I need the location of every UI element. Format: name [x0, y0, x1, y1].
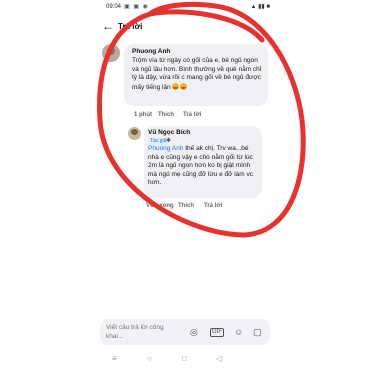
page-title: Trả lời: [118, 22, 143, 31]
recents-icon[interactable]: □: [182, 354, 187, 364]
mention-link[interactable]: Phuong Anh: [148, 145, 183, 152]
arrow-left-icon[interactable]: ←: [102, 19, 114, 33]
emoji-icon[interactable]: ☺: [234, 327, 243, 337]
comment-text: Phuong Anh thế ak chị. Trv wa...bé nhà e…: [148, 145, 258, 188]
nav-bar: ≡ ○ □ ◁: [94, 352, 276, 369]
comment-time: 1 phút: [134, 112, 152, 118]
status-bar: 09:04 ▣ ▣ ◉ ▲ ▮▮ ■: [94, 0, 276, 14]
avatar[interactable]: [102, 44, 120, 62]
back-icon[interactable]: ◁: [216, 354, 222, 364]
notification-icons: ▣ ▣ ◉: [124, 4, 149, 10]
comment-text: Trộm vía từ ngày có gối của e, bé ngủ ng…: [132, 57, 264, 92]
gif-icon[interactable]: GIF: [210, 328, 224, 337]
smiling-face-with-hearts-icon: [171, 82, 179, 90]
top-bar: ← Trả lời: [94, 16, 276, 38]
status-time: 09:04: [106, 4, 122, 10]
star-icon: ✱: [166, 138, 172, 144]
comment-author[interactable]: Phuong Anh: [132, 48, 170, 55]
like-button[interactable]: Thích: [178, 203, 194, 209]
comment-author[interactable]: Vũ Ngọc Bích: [148, 129, 190, 136]
comment-body: Trộm vía từ ngày có gối của e, bé ngủ ng…: [132, 57, 262, 91]
phone-screen: 09:04 ▣ ▣ ◉ ▲ ▮▮ ■ ← Trả lời Phuong Anh …: [94, 0, 276, 369]
avatar[interactable]: [128, 127, 141, 140]
home-icon[interactable]: ○: [147, 354, 152, 364]
smiling-face-with-hearts-icon: [179, 82, 187, 90]
reply-button[interactable]: Trả lời: [183, 112, 201, 118]
signal-battery-icons: ▲ ▮▮ ■: [250, 4, 271, 10]
like-button[interactable]: Thích: [158, 112, 174, 118]
reply-input-bar[interactable]: Viết câu trả lời công khai... ◎ GIF ☺ ▢: [100, 319, 270, 345]
menu-icon[interactable]: ≡: [112, 354, 117, 364]
reply-input[interactable]: Viết câu trả lời công khai...: [106, 323, 178, 341]
sticker-icon[interactable]: ▢: [253, 327, 262, 337]
reply-button[interactable]: Trả lời: [204, 203, 222, 209]
comment-time: Vừa xong: [146, 203, 174, 209]
camera-icon[interactable]: ◎: [190, 327, 198, 337]
